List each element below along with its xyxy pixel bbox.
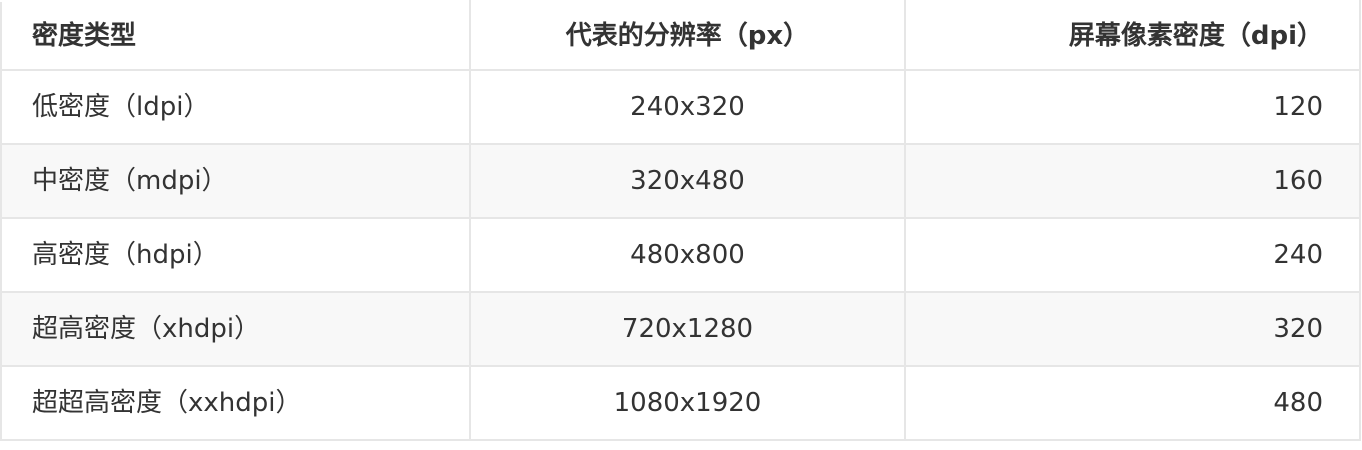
- cell-dpi: 480: [904, 365, 1361, 441]
- cell-dpi: 320: [904, 291, 1361, 367]
- table-header: 密度类型 代表的分辨率（px） 屏幕像素密度（dpi）: [0, 0, 1361, 71]
- cell-resolution: 1080x1920: [469, 365, 906, 441]
- cell-dpi: 160: [904, 143, 1361, 219]
- cell-resolution: 480x800: [469, 217, 906, 293]
- density-table: 密度类型 代表的分辨率（px） 屏幕像素密度（dpi） 低密度（ldpi） 24…: [0, 0, 1361, 441]
- cell-density-type: 中密度（mdpi）: [0, 143, 471, 219]
- cell-density-type: 低密度（ldpi）: [0, 69, 471, 145]
- cell-density-type: 超超高密度（xxhdpi）: [0, 365, 471, 441]
- header-resolution: 代表的分辨率（px）: [469, 0, 906, 71]
- table-row: 中密度（mdpi） 320x480 160: [0, 143, 1361, 219]
- cell-dpi: 120: [904, 69, 1361, 145]
- table-body: 低密度（ldpi） 240x320 120 中密度（mdpi） 320x480 …: [0, 69, 1361, 441]
- table-row: 超高密度（xhdpi） 720x1280 320: [0, 291, 1361, 367]
- table-row: 超超高密度（xxhdpi） 1080x1920 480: [0, 365, 1361, 441]
- header-density-type: 密度类型: [0, 0, 471, 71]
- cell-resolution: 720x1280: [469, 291, 906, 367]
- cell-density-type: 超高密度（xhdpi）: [0, 291, 471, 367]
- header-dpi: 屏幕像素密度（dpi）: [904, 0, 1361, 71]
- header-row: 密度类型 代表的分辨率（px） 屏幕像素密度（dpi）: [0, 0, 1361, 71]
- table-row: 高密度（hdpi） 480x800 240: [0, 217, 1361, 293]
- cell-resolution: 240x320: [469, 69, 906, 145]
- cell-dpi: 240: [904, 217, 1361, 293]
- table-row: 低密度（ldpi） 240x320 120: [0, 69, 1361, 145]
- cell-density-type: 高密度（hdpi）: [0, 217, 471, 293]
- cell-resolution: 320x480: [469, 143, 906, 219]
